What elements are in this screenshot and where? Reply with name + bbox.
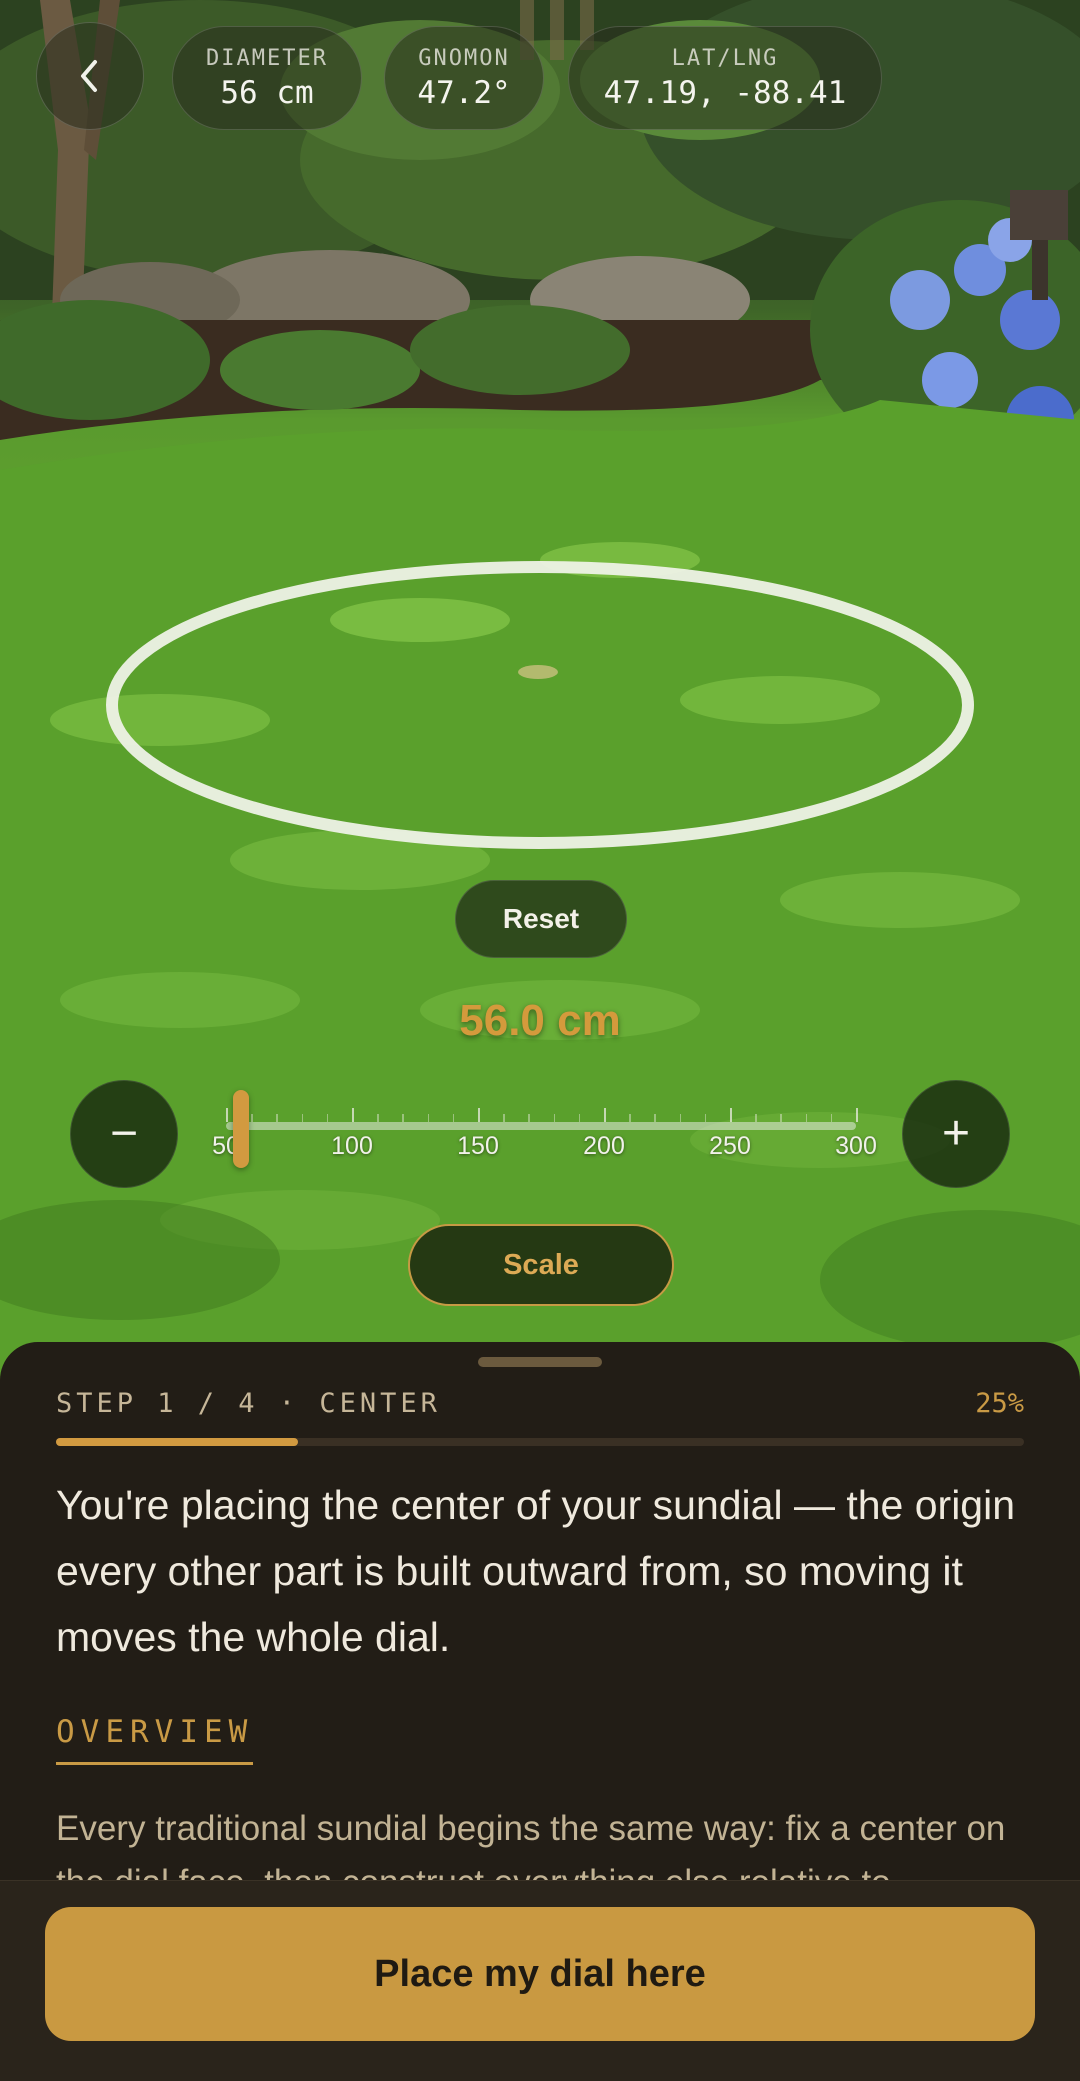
step-progress-bar bbox=[56, 1438, 1024, 1446]
diameter-chip: DIAMETER 56 cm bbox=[172, 26, 362, 130]
slider-track[interactable] bbox=[226, 1122, 856, 1130]
place-dial-button[interactable]: Place my dial here bbox=[45, 1907, 1035, 2041]
slider-minor-tick bbox=[780, 1114, 782, 1122]
back-button[interactable] bbox=[36, 22, 144, 130]
dial-center-marker[interactable] bbox=[518, 665, 558, 679]
minus-icon: − bbox=[109, 1107, 139, 1160]
slider-minor-tick bbox=[326, 1114, 329, 1122]
slider-tick-label: 250 bbox=[709, 1132, 751, 1160]
slider-tick-label: 150 bbox=[457, 1132, 499, 1160]
slider-minor-tick bbox=[528, 1114, 530, 1122]
slider-major-tick bbox=[226, 1108, 228, 1122]
slider-tick-label: 200 bbox=[583, 1132, 625, 1160]
slider-major-tick bbox=[730, 1108, 732, 1122]
gnomon-chip: GNOMON 47.2° bbox=[384, 26, 544, 130]
size-readout: 56.0 cm bbox=[459, 996, 621, 1045]
slider-minor-tick bbox=[301, 1114, 304, 1122]
garden-backdrop bbox=[0, 0, 1080, 1400]
diameter-label: DIAMETER bbox=[206, 45, 328, 71]
slider-major-tick bbox=[604, 1108, 606, 1122]
slider-minor-tick bbox=[830, 1114, 833, 1122]
step-percent: 25% bbox=[975, 1388, 1024, 1419]
latlng-value: 47.19, -88.41 bbox=[603, 74, 847, 111]
latlng-chip: LAT/LNG 47.19, -88.41 bbox=[568, 26, 882, 130]
slider-major-tick bbox=[856, 1108, 858, 1122]
slider-tick-label: 300 bbox=[835, 1132, 877, 1160]
slider-minor-tick bbox=[629, 1114, 631, 1122]
step-progress-fill bbox=[56, 1438, 298, 1446]
slider-minor-tick bbox=[805, 1114, 808, 1122]
latlng-label: LAT/LNG bbox=[671, 45, 779, 71]
step-intro-text: You're placing the center of your sundia… bbox=[56, 1482, 1016, 1660]
size-slider[interactable]: 50 100 150 200 250 300 bbox=[212, 1090, 877, 1180]
slider-thumb[interactable] bbox=[233, 1090, 250, 1168]
ar-camera-view[interactable] bbox=[0, 0, 1080, 1400]
step-label: STEP 1 / 4 · CENTER bbox=[56, 1388, 441, 1419]
slider-minor-tick bbox=[452, 1114, 455, 1122]
slider-minor-tick bbox=[503, 1114, 505, 1122]
slider-minor-tick bbox=[679, 1114, 682, 1122]
sheet-grabber[interactable] bbox=[478, 1357, 602, 1367]
instruction-sheet: STEP 1 / 4 · CENTER 25% You're placing t… bbox=[0, 1342, 1080, 1882]
gnomon-value: 47.2° bbox=[417, 74, 511, 111]
slider-minor-tick bbox=[553, 1114, 556, 1122]
cta-bar: Place my dial here bbox=[0, 1880, 1080, 2081]
slider-major-tick bbox=[478, 1108, 480, 1122]
slider-tick-label: 100 bbox=[331, 1132, 373, 1160]
slider-minor-tick bbox=[704, 1114, 707, 1122]
plus-icon: + bbox=[941, 1107, 971, 1160]
gnomon-label: GNOMON bbox=[418, 45, 510, 71]
slider-minor-tick bbox=[377, 1114, 379, 1122]
reset-button[interactable]: Reset bbox=[455, 880, 627, 958]
slider-minor-tick bbox=[251, 1114, 253, 1122]
overview-heading: OVERVIEW bbox=[56, 1714, 254, 1765]
scale-button[interactable]: Scale bbox=[408, 1224, 674, 1306]
increase-size-button[interactable]: + bbox=[902, 1080, 1010, 1188]
slider-major-tick bbox=[352, 1108, 354, 1122]
slider-minor-tick bbox=[578, 1114, 581, 1122]
decrease-size-button[interactable]: − bbox=[70, 1080, 178, 1188]
slider-minor-tick bbox=[402, 1114, 404, 1122]
slider-minor-tick bbox=[427, 1114, 430, 1122]
slider-minor-tick bbox=[276, 1114, 278, 1122]
slider-minor-tick bbox=[654, 1114, 656, 1122]
diameter-value: 56 cm bbox=[220, 74, 314, 111]
slider-minor-tick bbox=[755, 1114, 757, 1122]
chevron-left-icon bbox=[81, 60, 97, 92]
overview-text: Every traditional sundial begins the sam… bbox=[56, 1809, 1006, 1882]
